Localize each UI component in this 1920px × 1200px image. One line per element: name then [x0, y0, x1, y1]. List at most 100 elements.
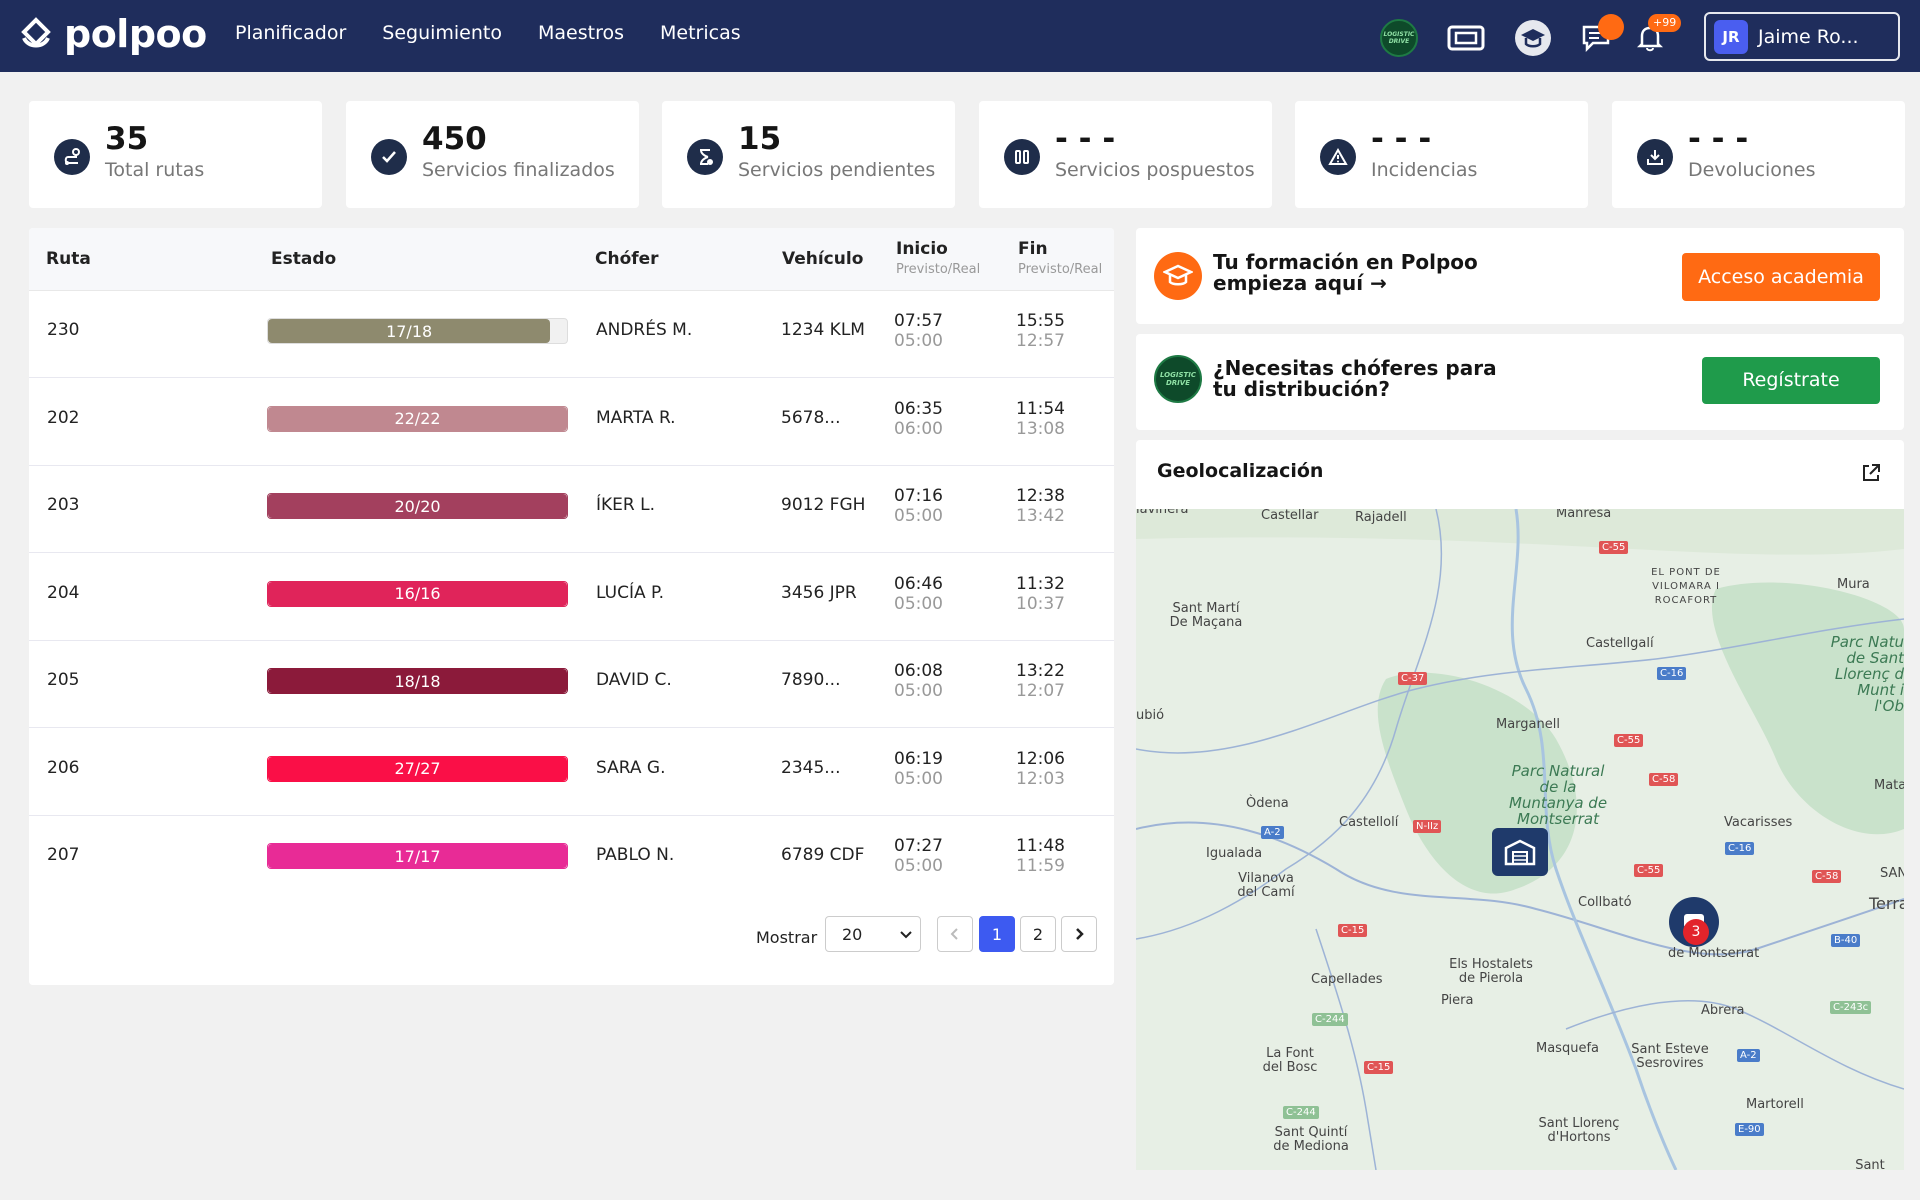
- cell-fin-previsto: 12:38: [1016, 486, 1065, 506]
- header-estado[interactable]: Estado: [271, 249, 336, 269]
- menu-metricas[interactable]: Metricas: [660, 22, 741, 44]
- header-chofer[interactable]: Chófer: [595, 249, 659, 269]
- table-row[interactable]: 202 22/22 MARTA R. 5678... 06:35 06:00 11:54 13…: [29, 379, 1114, 466]
- cell-vehiculo: 6789 CDF: [781, 845, 865, 865]
- chat-button[interactable]: [1576, 14, 1624, 58]
- cell-fin-previsto: 12:06: [1016, 748, 1065, 769]
- logistic-drive-icon: LOGISTIC DRIVE: [1154, 355, 1202, 403]
- stat-label: Total rutas: [105, 159, 205, 181]
- table-row[interactable]: 204 16/16 LUCÍA P. 3456 JPR 06:46 05:00 11:32 1…: [29, 554, 1114, 641]
- road-label: C-55: [1599, 541, 1629, 554]
- polpoo-logo[interactable]: polpoo: [18, 14, 207, 54]
- map-place: Terra: [1869, 894, 1904, 913]
- map-place: Parc Natural de la Muntanya de Montserra…: [1508, 762, 1608, 828]
- status-progress-fill: 17/17: [268, 844, 567, 868]
- map-place: Martorell: [1746, 1097, 1804, 1112]
- cell-inicio-previsto: 07:16: [894, 486, 943, 506]
- table-row[interactable]: 206 27/27 SARA G. 2345... 06:19 05:00 12:06 12:…: [29, 729, 1114, 816]
- header-fin[interactable]: Fin: [1018, 239, 1048, 259]
- user-menu[interactable]: JR Jaime Ro...: [1704, 12, 1900, 61]
- chevron-left-icon: [950, 928, 958, 940]
- table-header: Ruta Estado Chófer Vehículo Inicio Previ…: [29, 228, 1114, 291]
- status-progress-fill: 18/18: [268, 669, 567, 693]
- next-page-button[interactable]: [1061, 916, 1097, 952]
- page-2-button[interactable]: 2: [1020, 916, 1056, 952]
- graduation-cap-icon: [1154, 252, 1202, 300]
- cell-fin-real: 13:42: [1016, 506, 1065, 526]
- cell-ruta: 202: [47, 407, 80, 428]
- cell-fin-real: 10:37: [1016, 593, 1065, 614]
- table-row[interactable]: 205 18/18 DAVID C. 7890... 06:08 05:00 13:22 12…: [29, 641, 1114, 728]
- road-label: C-55: [1614, 734, 1644, 747]
- logistic-drive-button[interactable]: LOGISTIC DRIVE: [1379, 18, 1419, 58]
- prev-page-button[interactable]: [937, 916, 973, 952]
- status-progress-bar: 20/20: [267, 493, 568, 519]
- academy-button[interactable]: [1513, 18, 1553, 58]
- external-link-icon[interactable]: [1860, 462, 1882, 484]
- status-progress-label: 17/17: [394, 846, 441, 866]
- road-label: C-16: [1725, 842, 1755, 855]
- road-label: C-58: [1812, 870, 1842, 883]
- return-icon: [1637, 139, 1673, 175]
- menu-maestros[interactable]: Maestros: [538, 22, 624, 44]
- map-place: Mura: [1837, 577, 1870, 592]
- table-pagination: Mostrar 20 1 2: [29, 880, 1114, 985]
- status-progress-fill: 27/27: [268, 756, 567, 781]
- cell-vehiculo: 7890...: [781, 670, 841, 690]
- header-ruta[interactable]: Ruta: [46, 249, 91, 269]
- status-progress-fill: 16/16: [268, 581, 567, 606]
- map-place: Vilanova del Camí: [1237, 871, 1295, 900]
- cell-fin-previsto: 11:48: [1016, 836, 1065, 856]
- map-place: Sant Llorenç d'Hortons: [1538, 1116, 1620, 1145]
- status-progress-label: 20/20: [394, 496, 441, 516]
- map-place: Piera: [1441, 993, 1474, 1008]
- academy-access-button[interactable]: Acceso academia: [1682, 253, 1880, 301]
- cell-ruta: 205: [47, 670, 80, 690]
- hourglass-icon: [687, 139, 723, 175]
- status-progress-bar: 18/18: [267, 668, 568, 694]
- menu-seguimiento[interactable]: Seguimiento: [382, 22, 502, 44]
- chevron-right-icon: [1076, 928, 1084, 940]
- page-1-button[interactable]: 1: [979, 916, 1015, 952]
- cell-inicio-real: 05:00: [894, 768, 943, 789]
- map-place: de Montserrat: [1668, 946, 1760, 961]
- cell-fin-real: 12:57: [1016, 331, 1065, 351]
- status-progress-label: 18/18: [394, 671, 441, 691]
- map-place: Castellgalí: [1586, 636, 1654, 651]
- cell-fin-real: 13:08: [1016, 418, 1065, 439]
- notifications-button[interactable]: +99: [1630, 14, 1682, 58]
- geolocation-header: Geolocalización: [1136, 440, 1904, 509]
- header-inicio[interactable]: Inicio: [896, 239, 948, 259]
- cell-inicio-previsto: 06:35: [894, 398, 943, 419]
- map-place: ubió: [1136, 708, 1165, 723]
- road-label: E-90: [1735, 1123, 1764, 1136]
- cell-fin-real: 11:59: [1016, 856, 1065, 876]
- table-row[interactable]: 230 17/18 ANDRÉS M. 1234 KLM 07:57 05:00 15:55…: [29, 291, 1114, 378]
- table-row[interactable]: 203 20/20 ÍKER L. 9012 FGH 07:16 05:00 12:38 13…: [29, 466, 1114, 553]
- page-size-select[interactable]: 20: [825, 916, 921, 952]
- stat-label: Servicios pospuestos: [1055, 159, 1255, 181]
- map-place: Capellades: [1311, 972, 1383, 987]
- academy-title-line2[interactable]: empieza aquí →: [1213, 273, 1387, 294]
- cell-vehiculo: 2345...: [781, 757, 841, 778]
- avatar: JR: [1714, 19, 1748, 54]
- chat-unread-dot: [1598, 14, 1624, 40]
- route-icon: [54, 139, 90, 175]
- register-button[interactable]: Regístrate: [1702, 357, 1880, 404]
- map-place: Abrera: [1701, 1003, 1745, 1018]
- geolocation-title: Geolocalización: [1157, 460, 1324, 482]
- pause-icon: [1004, 139, 1040, 175]
- cell-fin-previsto: 11:32: [1016, 573, 1065, 594]
- geolocation-map[interactable]: lavinera Castellar Rajadell Manresa EL P…: [1136, 509, 1904, 1170]
- ticket-button[interactable]: [1446, 18, 1486, 58]
- header-inicio-sub: Previsto/Real: [896, 262, 981, 277]
- cell-inicio-real: 05:00: [894, 506, 943, 526]
- cell-inicio-previsto: 06:08: [894, 661, 943, 681]
- map-place: EL PONT DE VILOMARA I ROCAFORT: [1651, 567, 1721, 606]
- depot-marker[interactable]: [1492, 828, 1548, 876]
- menu-planificador[interactable]: Planificador: [235, 22, 346, 44]
- chevron-down-icon: [900, 931, 912, 939]
- stat-servicios-pospuestos: - - - Servicios pospuestos: [979, 101, 1272, 208]
- header-vehiculo[interactable]: Vehículo: [782, 249, 863, 269]
- stat-value: - - -: [1688, 121, 1749, 157]
